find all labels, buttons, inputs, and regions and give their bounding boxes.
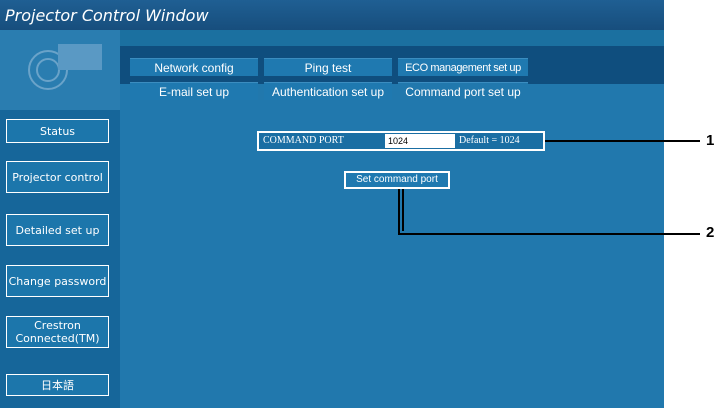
detailed-setup-button[interactable]: Detailed set up <box>6 214 109 246</box>
callout-number-2: 2 <box>706 224 715 241</box>
command-port-row: COMMAND PORT 1024 Default = 1024 <box>257 131 545 151</box>
callout-line-2c <box>398 233 700 235</box>
callout-line-1 <box>545 140 700 142</box>
command-port-default: Default = 1024 <box>459 135 520 146</box>
japanese-language-button[interactable]: 日本語 <box>6 374 109 396</box>
callout-line-2a <box>398 189 400 235</box>
command-port-input[interactable]: 1024 <box>385 134 455 148</box>
change-password-button[interactable]: Change password <box>6 265 109 297</box>
logo-block <box>58 44 102 70</box>
tab-command-port-setup[interactable]: Command port set up <box>398 82 528 102</box>
callout-number-1: 1 <box>706 132 715 149</box>
projector-control-window: Projector Control Window Status Projecto… <box>0 0 664 408</box>
crestron-connected-button[interactable]: Crestron Connected(TM) <box>6 316 109 348</box>
tab-network-config[interactable]: Network config <box>130 58 258 76</box>
command-port-label: COMMAND PORT <box>263 135 344 146</box>
tab-authentication-setup[interactable]: Authentication set up <box>264 82 392 100</box>
window-title: Projector Control Window <box>5 6 209 25</box>
tab-ping-test[interactable]: Ping test <box>264 58 392 76</box>
status-button[interactable]: Status <box>6 119 109 143</box>
callout-line-2b <box>402 189 404 231</box>
logo-icon <box>0 30 120 110</box>
logo-inner-ring <box>36 58 60 82</box>
tab-eco-management[interactable]: ECO management set up <box>398 58 528 76</box>
title-bar: Projector Control Window <box>0 0 664 30</box>
projector-control-button[interactable]: Projector control <box>6 161 109 193</box>
tab-email-setup[interactable]: E-mail set up <box>130 82 258 100</box>
set-command-port-button[interactable]: Set command port <box>344 171 450 189</box>
